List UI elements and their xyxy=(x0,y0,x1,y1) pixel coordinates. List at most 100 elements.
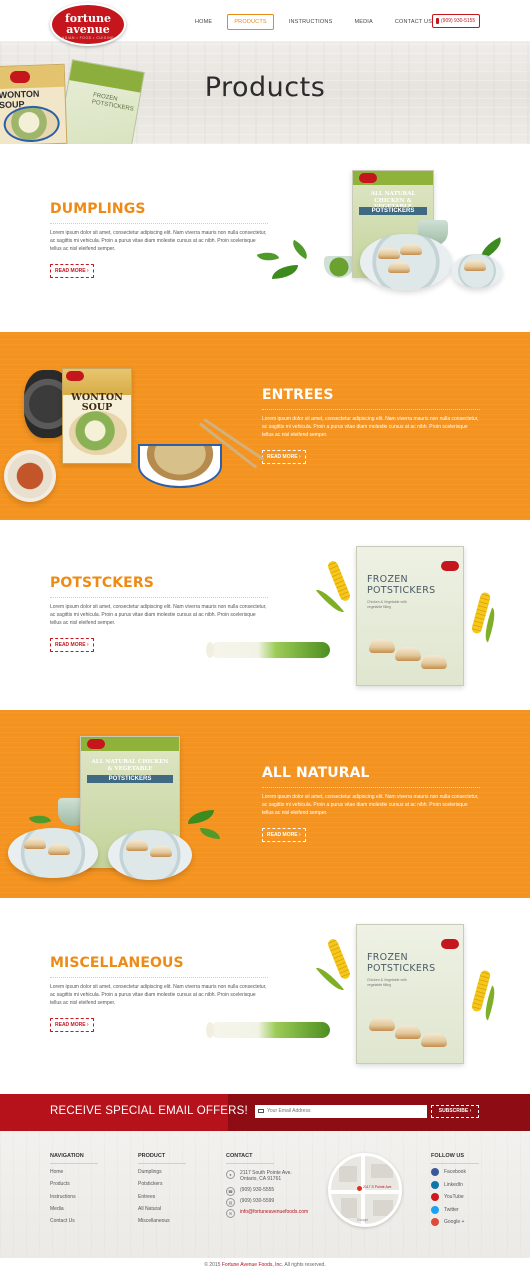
social-google-plus[interactable]: Google + xyxy=(431,1218,479,1227)
footer-link-products[interactable]: Products xyxy=(50,1178,98,1190)
location-map[interactable]: 2117 S Pointe Ave Google xyxy=(328,1153,402,1227)
copyright-brand-link[interactable]: Fortune Avenue Foods, Inc. xyxy=(222,1262,283,1268)
dumpling-image xyxy=(400,244,422,255)
envelope-icon xyxy=(258,1109,264,1113)
map-block xyxy=(339,1166,357,1182)
section-text: ALL NATURAL Lorem ipsum dolor sit amet, … xyxy=(262,765,480,842)
section-text: ENTREES Lorem ipsum dolor sit amet, cons… xyxy=(262,387,480,464)
social-twitter[interactable]: Twitter xyxy=(431,1205,479,1215)
copyright-year: © 2015 xyxy=(204,1262,221,1268)
noodle-bowl-image xyxy=(138,444,222,488)
read-more-button[interactable]: READ MORE › xyxy=(262,450,306,464)
footer-link-potstickers[interactable]: Potstickers xyxy=(138,1178,186,1190)
contact-email-link[interactable]: info@fortuneavenuefoods.com xyxy=(240,1209,308,1215)
fax-icon: ▤ xyxy=(226,1198,235,1207)
phone-number: (909) 930-5155 xyxy=(441,18,476,24)
onion-root-image xyxy=(206,642,214,658)
wonton-soup-package: WONTON SOUP xyxy=(62,368,132,464)
package-name-line-1: FROZEN xyxy=(367,574,408,585)
google-plus-icon xyxy=(431,1218,439,1227)
section-title: MISCELLANEOUS xyxy=(50,955,268,978)
read-more-button[interactable]: READ MORE › xyxy=(50,264,94,278)
social-linkedin[interactable]: LinkedIn xyxy=(431,1180,479,1190)
contact-phone: ☎ (909) 930-5555 xyxy=(226,1187,308,1196)
logo-tagline: ASIAN • FOOD • CUISINE xyxy=(61,36,115,40)
footer-link-media[interactable]: Media xyxy=(50,1203,98,1215)
footer-navigation: NAVIGATION Home Products Instructions Me… xyxy=(50,1153,98,1227)
footer-link-contact[interactable]: Contact Us xyxy=(50,1215,98,1227)
section-miscellaneous: MISCELLANEOUS Lorem ipsum dolor sit amet… xyxy=(0,898,530,1094)
page-title: Products xyxy=(204,72,326,103)
dumpling-image xyxy=(421,655,447,669)
copyright-suffix: All rights reserved. xyxy=(284,1262,326,1268)
frozen-potstickers-package: FROZEN POTSTICKERS Chicken & Vegetable w… xyxy=(356,924,464,1064)
email-input[interactable] xyxy=(255,1105,427,1118)
dumpling-image xyxy=(421,1033,447,1047)
contact-fax-number: (909) 930-5599 xyxy=(240,1198,275,1204)
section-title: DUMPLINGS xyxy=(50,201,268,224)
logo-line-1: fortune xyxy=(65,12,111,25)
nav-instructions[interactable]: INSTRUCTIONS xyxy=(282,14,340,30)
brand-badge-icon xyxy=(441,561,459,571)
section-entrees: ENTREES Lorem ipsum dolor sit amet, cons… xyxy=(0,332,530,520)
footer-product: PRODUCT Dumplings Potstickers Entrees Al… xyxy=(138,1153,186,1227)
read-more-button[interactable]: READ MORE › xyxy=(50,638,94,652)
dumpling-image xyxy=(126,840,148,851)
footer-link-all-natural[interactable]: All Natural xyxy=(138,1203,186,1215)
section-text: MISCELLANEOUS Lorem ipsum dolor sit amet… xyxy=(50,955,268,1032)
dumpling-image xyxy=(395,647,421,661)
contact-email[interactable]: ✉ info@fortuneavenuefoods.com xyxy=(226,1209,308,1218)
brand-badge-icon xyxy=(87,739,105,749)
footer-heading: CONTACT xyxy=(226,1153,274,1164)
footer-link-home[interactable]: Home xyxy=(50,1166,98,1178)
social-label: Twitter xyxy=(444,1206,459,1213)
social-label: YouTube xyxy=(444,1194,464,1201)
dumpling-image xyxy=(369,639,395,653)
footer-heading: NAVIGATION xyxy=(50,1153,98,1164)
footer-link-instructions[interactable]: Instructions xyxy=(50,1191,98,1203)
leaf-image xyxy=(288,239,312,260)
subscribe-button[interactable]: SUBSCRIBE › xyxy=(431,1105,479,1118)
nav-media[interactable]: MEDIA xyxy=(347,14,379,30)
logo-line-2: avenue xyxy=(66,23,110,36)
soup-bowl-image xyxy=(3,104,61,143)
read-more-button[interactable]: READ MORE › xyxy=(50,1018,94,1032)
contact-address: ● 2117 South Pointe Ave. Ontario, CA 917… xyxy=(226,1170,308,1182)
section-potstickers: POTSTCKERS Lorem ipsum dolor sit amet, c… xyxy=(0,520,530,710)
section-body: Lorem ipsum dolor sit amet, consectetur … xyxy=(50,230,267,252)
corn-image xyxy=(326,937,352,981)
read-more-button[interactable]: READ MORE › xyxy=(262,828,306,842)
footer-link-dumplings[interactable]: Dumplings xyxy=(138,1166,186,1178)
site-header: fortune avenue ASIAN • FOOD • CUISINE HO… xyxy=(0,0,530,46)
phone-icon xyxy=(436,17,439,24)
social-label: LinkedIn xyxy=(444,1181,463,1188)
site-footer: NAVIGATION Home Products Instructions Me… xyxy=(0,1131,530,1258)
section-title: ENTREES xyxy=(262,387,480,410)
section-all-natural: ALL NATURAL Lorem ipsum dolor sit amet, … xyxy=(0,710,530,898)
map-pin-icon xyxy=(357,1186,362,1191)
footer-links: Dumplings Potstickers Entrees All Natura… xyxy=(138,1166,186,1227)
package-name: POTSTICKERS xyxy=(359,207,427,215)
package-name-line-2: POTSTICKERS xyxy=(367,585,436,596)
copyright: © 2015 Fortune Avenue Foods, Inc. All ri… xyxy=(0,1262,530,1268)
package-name: POTSTICKERS xyxy=(87,775,173,783)
phone-button[interactable]: (909) 930-5155 xyxy=(432,14,480,28)
dumpling-image xyxy=(395,1025,421,1039)
nav-products[interactable]: PRODUCTS xyxy=(227,14,274,30)
social-facebook[interactable]: Facebook xyxy=(431,1168,479,1177)
nav-home[interactable]: HOME xyxy=(188,14,219,30)
brand-logo[interactable]: fortune avenue ASIAN • FOOD • CUISINE xyxy=(50,3,126,46)
location-pin-icon: ● xyxy=(226,1170,235,1179)
dumpling-image xyxy=(24,838,46,849)
section-text: POTSTCKERS Lorem ipsum dolor sit amet, c… xyxy=(50,575,268,652)
soup-bowl-image xyxy=(69,411,127,455)
social-youtube[interactable]: YouTube xyxy=(431,1193,479,1202)
contact-phone-number: (909) 930-5555 xyxy=(240,1187,275,1193)
newsletter-bar: RECEIVE SPECIAL EMAIL OFFERS! SUBSCRIBE … xyxy=(0,1094,530,1131)
green-onion-image xyxy=(210,642,330,658)
footer-link-miscellaneous[interactable]: Miscellaneous xyxy=(138,1215,186,1227)
section-dumplings: DUMPLINGS Lorem ipsum dolor sit amet, co… xyxy=(0,144,530,332)
social-label: Facebook xyxy=(444,1169,466,1176)
mail-icon: ✉ xyxy=(226,1209,235,1218)
footer-link-entrees[interactable]: Entrees xyxy=(138,1191,186,1203)
